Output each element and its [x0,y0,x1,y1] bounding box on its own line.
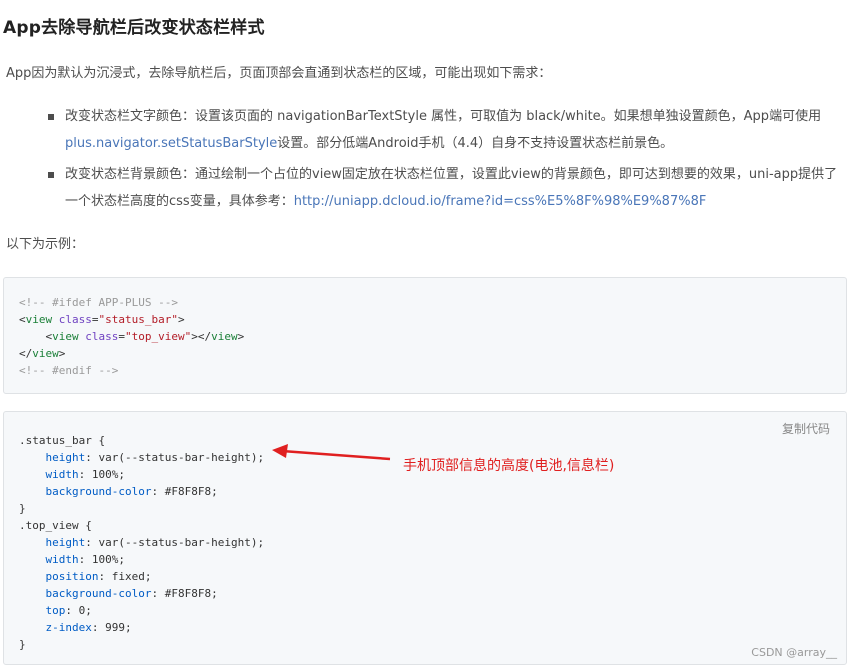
copy-code-button[interactable]: 复制代码 [782,420,830,437]
code-property: height [45,536,86,549]
code-value: #F8F8F8; [158,587,218,600]
code-attr: class [85,330,119,343]
list-item: 改变状态栏背景颜色：通过绘制一个占位的view固定放在状态栏位置，设置此view… [0,161,854,215]
code-line: width: 100%; [45,553,126,566]
code-string: "status_bar" [98,313,178,326]
code-value: 999; [98,621,132,634]
code-value: 0; [72,604,92,617]
code-property: z-index [45,621,92,634]
code-property: background-color [45,587,152,600]
code-value: 100%; [85,468,125,481]
css-variable-doc-link[interactable]: http://uniapp.dcloud.io/frame?id=css%E5%… [294,194,707,209]
page-title: App去除导航栏后改变状态栏样式 [3,18,265,38]
list-item: 改变状态栏文字颜色：设置该页面的 navigationBarTextStyle … [0,103,854,157]
code-value: 100%; [85,553,125,566]
set-status-bar-style-link[interactable]: plus.navigator.setStatusBarStyle [65,136,277,151]
code-comment: <!-- #endif --> [19,364,119,377]
csdn-watermark: CSDN @array__ [751,646,837,659]
code-tag: view [25,313,53,326]
code-comment: <!-- #ifdef APP-PLUS --> [19,296,178,309]
code-line: <!-- #endif --> [19,362,831,379]
code-line: position: fixed; [45,570,152,583]
code-line: background-color: #F8F8F8; [45,485,218,498]
code-property: height [45,451,86,464]
code-property: width [45,553,79,566]
code-tag: view [32,347,59,360]
code-value: var(--status-bar-height); [91,536,265,549]
code-line: </view> [19,347,66,360]
code-line: <view class="status_bar"> [19,313,185,326]
code-tag: view [211,330,238,343]
code-line: } [19,502,26,515]
annotation-text: 手机顶部信息的高度(电池,信息栏) [403,458,615,474]
intro-paragraph: App因为默认为沉浸式，去除导航栏后，页面顶部会直通到状态栏的区域，可能出现如下… [6,66,552,81]
code-property: top [45,604,66,617]
code-line: top: 0; [45,604,92,617]
code-line: <view class="top_view"></view> [19,330,245,343]
code-line: .status_bar { [19,434,106,447]
code-tag: view [52,330,79,343]
example-label: 以下为示例： [6,237,85,252]
code-property: background-color [45,485,152,498]
code-string: "top_view" [125,330,192,343]
code-line: z-index: 999; [45,621,132,634]
code-line: } [19,638,26,651]
template-code-block: <!-- #ifdef APP-PLUS --> <view class="st… [3,277,847,394]
code-property: position [45,570,99,583]
code-value: var(--status-bar-height); [91,451,265,464]
css-code-block: 复制代码 .status_bar { height: var(--status-… [3,411,847,665]
code-line: height: var(--status-bar-height); [45,536,265,549]
code-value: fixed; [105,570,152,583]
code-property: width [45,468,79,481]
code-attr: class [58,313,92,326]
code-line: background-color: #F8F8F8; [45,587,218,600]
code-line: <!-- #ifdef APP-PLUS --> [19,294,831,311]
requirement-list: 改变状态栏文字颜色：设置该页面的 navigationBarTextStyle … [0,103,854,215]
code-value: #F8F8F8; [158,485,218,498]
code-line: .top_view { [19,519,92,532]
list-item-text: 设置。部分低端Android手机（4.4）自身不支持设置状态栏前景色。 [277,136,674,151]
list-item-text: 改变状态栏文字颜色：设置该页面的 navigationBarTextStyle … [65,109,822,124]
annotation-arrow-icon [272,444,391,461]
